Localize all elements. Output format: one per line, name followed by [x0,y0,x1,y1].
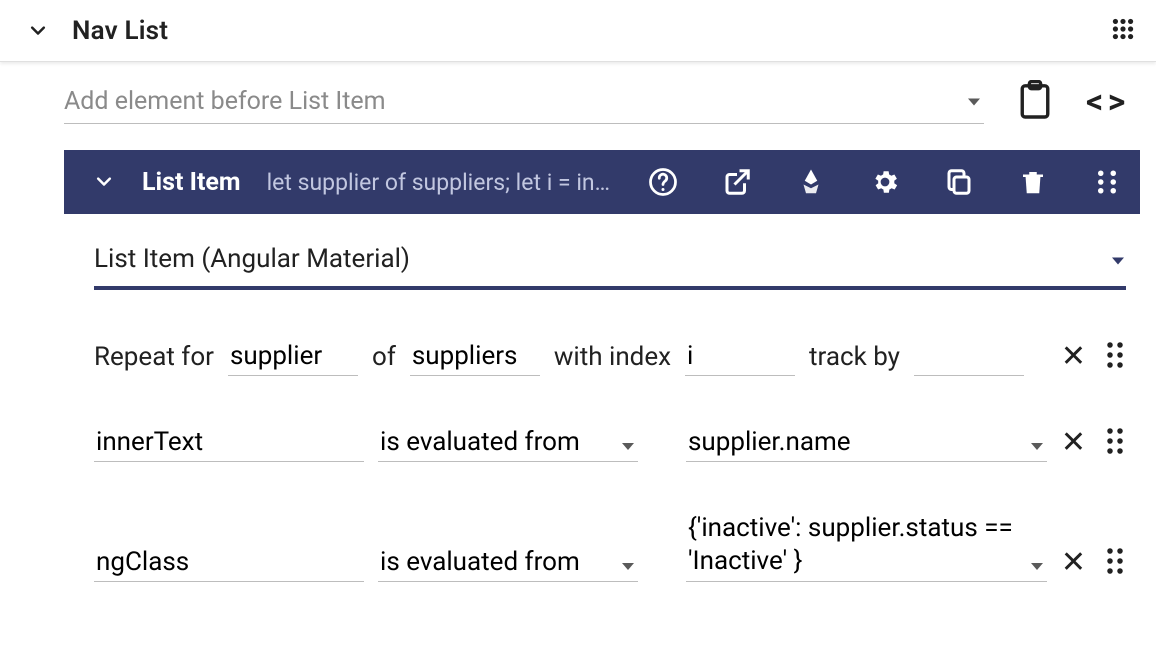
open-external-icon[interactable] [722,167,752,197]
apps-drag-icon[interactable] [1110,16,1136,46]
list-item-header: List Item let supplier of suppliers; let… [64,150,1140,214]
list-item-subtitle: let supplier of suppliers; let i = in… [267,169,610,196]
remove-row-button[interactable]: ✕ [1061,428,1086,458]
dropdown-caret-icon [622,563,634,570]
binding-expression-select[interactable] [686,512,1047,582]
drag-handle-icon[interactable] [1104,340,1126,374]
repeat-collection-input[interactable] [410,341,540,376]
binding-property-input[interactable] [94,427,364,462]
component-type-select[interactable]: List Item (Angular Material) [94,244,1126,290]
code-icon[interactable]: < > [1086,82,1123,122]
binding-mode-select[interactable] [378,427,638,462]
dropdown-caret-icon [1031,443,1043,450]
repeat-track-by-label: track by [809,342,900,376]
delete-icon[interactable] [1018,167,1048,197]
component-type-value: List Item (Angular Material) [94,244,410,274]
dropdown-caret-icon [968,98,980,105]
binding-mode-value [378,427,638,462]
drag-handle-icon[interactable] [1104,426,1126,460]
copy-icon[interactable] [944,167,974,197]
page-title: Nav List [72,16,168,46]
add-element-select[interactable]: Add element before List Item [64,80,984,124]
repeat-for-label: Repeat for [94,342,214,376]
binding-expression-select[interactable] [686,427,1047,462]
repeat-var-input[interactable] [228,341,358,376]
binding-expression-input[interactable] [686,427,1047,462]
chevron-down-icon[interactable] [94,172,114,192]
drag-handle-icon[interactable] [1092,167,1122,197]
add-element-row: Add element before List Item < > [64,80,1140,124]
repeat-of-label: of [372,342,396,376]
remove-row-button[interactable]: ✕ [1061,342,1086,372]
binding-row: ✕ [94,426,1126,462]
list-item-panel: List Item (Angular Material) Repeat for … [64,214,1140,612]
binding-expression-input[interactable] [686,512,1047,582]
drag-handle-icon[interactable] [1104,546,1126,580]
dropdown-caret-icon [1031,563,1043,570]
style-icon[interactable] [796,167,826,197]
binding-mode-select[interactable] [378,547,638,582]
binding-property-input[interactable] [94,547,364,582]
nav-list-header: Nav List [0,0,1156,62]
settings-icon[interactable] [870,167,900,197]
list-item-title: List Item [142,168,241,197]
chevron-down-icon[interactable] [28,21,48,41]
remove-row-button[interactable]: ✕ [1061,548,1086,578]
help-icon[interactable] [648,167,678,197]
dropdown-caret-icon [622,443,634,450]
add-element-placeholder: Add element before List Item [64,87,386,116]
clipboard-icon[interactable] [1018,80,1052,124]
repeat-with-index-label: with index [554,342,671,376]
repeat-index-input[interactable] [685,341,795,376]
repeat-track-by-input[interactable] [914,341,1024,376]
dropdown-caret-icon [1112,257,1124,264]
binding-row: ✕ [94,512,1126,582]
binding-mode-value [378,547,638,582]
repeat-row: Repeat for of with index track by ✕ [94,340,1126,376]
